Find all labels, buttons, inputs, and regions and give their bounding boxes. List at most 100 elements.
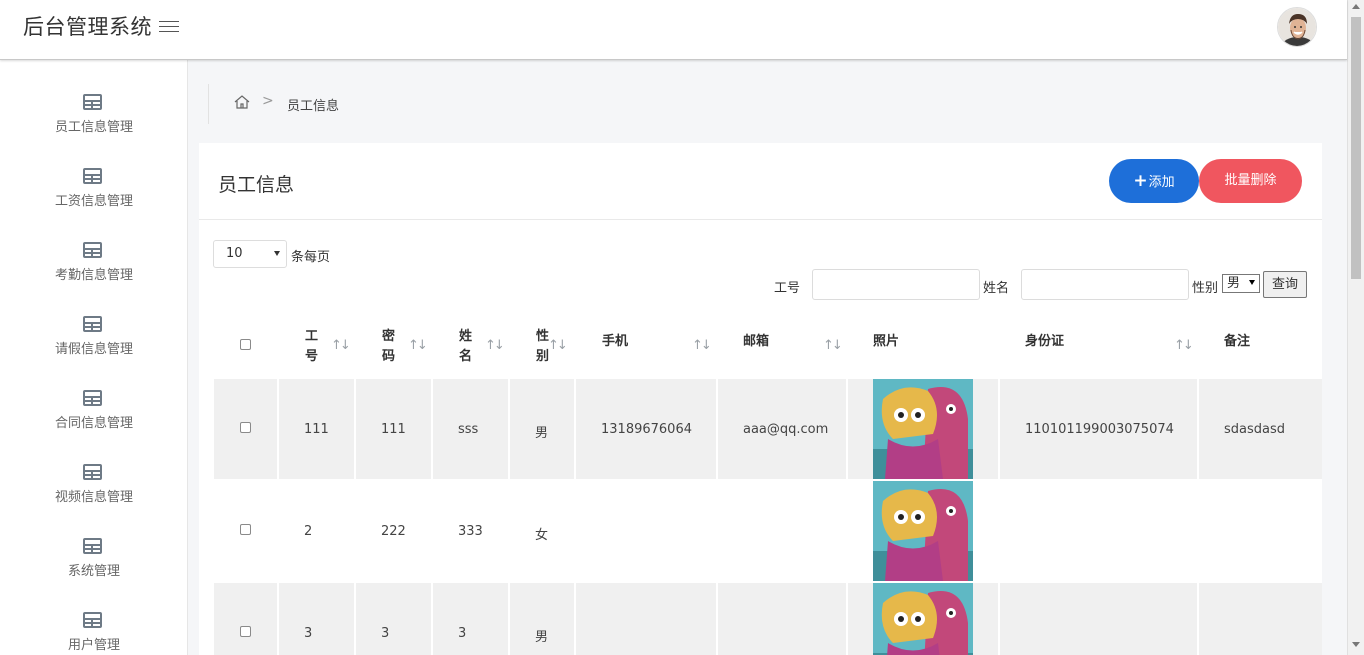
sort-icon[interactable]: ↑↓ [331,338,351,353]
gender-select[interactable]: 男 [1222,274,1260,293]
sort-icon[interactable]: ↑↓ [485,338,505,353]
table-icon [83,612,102,628]
cell-gender: 男 [535,426,549,441]
cell-password: 111 [381,422,406,437]
sidebar-item-label: 用户管理 [67,638,120,653]
cell-email: aaa@qq.com [743,422,829,437]
page-title: 员工信息 [218,174,295,196]
breadcrumb: > 员工信息 [208,84,1308,124]
sidebar-item-label: 请假信息管理 [54,342,133,357]
add-button[interactable]: +添加 [1109,159,1199,203]
cell-password: 222 [381,524,406,539]
employee-photo [873,379,973,479]
filter-gender-label: 性别 [1192,281,1219,296]
table-row[interactable]: 3 3 3 男 [214,583,1322,655]
sidebar-item-leave[interactable]: 请假信息管理 [0,316,188,390]
page-size-value: 10 [226,246,243,261]
table-icon [83,538,102,554]
vertical-scrollbar[interactable] [1347,0,1364,655]
sidebar-item-users[interactable]: 用户管理 [0,612,188,655]
page-size-select[interactable]: 10 [213,240,287,268]
column-header-gender[interactable]: 性别 ↑↓ [509,313,575,379]
scroll-thumb[interactable] [1351,17,1361,279]
cell-gender: 女 [535,528,549,543]
app-title: 后台管理系统 [23,15,152,39]
content-panel: 员工信息 +添加 批量删除 10 条每页 工号 姓名 性别 男 查询 工号 ↑↓… [199,143,1322,655]
row-checkbox[interactable] [240,524,251,535]
sidebar-item-contract[interactable]: 合同信息管理 [0,390,188,464]
cell-name: 3 [458,626,467,641]
sidebar-item-attendance[interactable]: 考勤信息管理 [0,242,188,316]
batch-delete-button[interactable]: 批量删除 [1199,159,1302,203]
breadcrumb-separator: > [262,93,274,109]
sort-icon[interactable]: ↑↓ [692,338,712,353]
table-icon [83,94,102,110]
column-header-photo: 照片 [873,334,900,349]
cell-remark: sdasdasd [1224,422,1286,437]
select-all-checkbox[interactable] [240,339,251,350]
scroll-up-icon[interactable] [1352,4,1360,9]
cell-id-card: 110101199003075074 [1025,422,1174,437]
chevron-down-icon [274,251,280,256]
employee-photo [873,583,973,655]
sort-icon[interactable]: ↑↓ [408,338,428,353]
sidebar-item-label: 视频信息管理 [54,490,133,505]
sidebar-item-label: 员工信息管理 [54,120,133,135]
cell-id: 3 [304,626,313,641]
table-icon [83,464,102,480]
user-avatar[interactable] [1277,7,1317,47]
column-header-password[interactable]: 密码 ↑↓ [355,313,432,379]
sidebar-item-video[interactable]: 视频信息管理 [0,464,188,538]
table-icon [83,242,102,258]
sidebar-item-label: 合同信息管理 [54,416,133,431]
filter-name-label: 姓名 [983,281,1010,296]
cell-password: 3 [381,626,390,641]
table-row[interactable]: 111 111 sss 男 13189676064 aaa@qq.com 110… [214,379,1322,479]
cell-name: sss [458,422,479,437]
add-button-label: 添加 [1148,175,1175,190]
filter-name-input[interactable] [1021,269,1189,300]
sort-icon[interactable]: ↑↓ [1174,338,1194,353]
sidebar-item-system[interactable]: 系统管理 [0,538,188,612]
row-checkbox[interactable] [240,626,251,637]
row-checkbox[interactable] [240,422,251,433]
cell-gender: 男 [535,630,549,645]
cell-id: 2 [304,524,313,539]
cell-name: 333 [458,524,483,539]
column-header-name[interactable]: 姓名 ↑↓ [432,313,509,379]
scroll-down-icon[interactable] [1352,642,1360,647]
column-header-id-card[interactable]: 身份证 ↑↓ [999,313,1198,379]
home-icon[interactable] [234,94,250,110]
table-header: 工号 ↑↓ 密码 ↑↓ 姓名 ↑↓ 性别 ↑↓ 手机 ↑↓ 邮箱 ↑↓ 照片 身… [214,313,1322,379]
top-header: 后台管理系统 [0,0,1347,60]
table-icon [83,316,102,332]
gender-select-value: 男 [1227,276,1241,291]
sidebar-item-label: 工资信息管理 [54,194,133,209]
table-icon [83,390,102,406]
sort-icon[interactable]: ↑↓ [548,338,568,353]
hamburger-icon[interactable] [159,17,179,35]
sidebar-item-employee[interactable]: 员工信息管理 [0,94,188,168]
chevron-down-icon [1249,280,1255,285]
breadcrumb-current: 员工信息 [287,99,340,114]
panel-header: 员工信息 +添加 批量删除 [199,143,1322,220]
sidebar-item-salary[interactable]: 工资信息管理 [0,168,188,242]
plus-icon: + [1133,171,1148,191]
query-button[interactable]: 查询 [1263,271,1307,298]
column-header-remark: 备注 [1224,334,1251,349]
column-header-email[interactable]: 邮箱 ↑↓ [717,313,847,379]
table-icon [83,168,102,184]
column-header-phone[interactable]: 手机 ↑↓ [575,313,717,379]
sidebar-item-label: 考勤信息管理 [54,268,133,283]
cell-phone: 13189676064 [601,422,692,437]
cell-id: 111 [304,422,329,437]
column-header-id[interactable]: 工号 ↑↓ [278,313,355,379]
filter-id-label: 工号 [774,281,801,296]
table-row[interactable]: 2 222 333 女 [214,481,1322,581]
filter-id-input[interactable] [812,269,980,300]
sidebar-item-label: 系统管理 [67,564,120,579]
sidebar: 员工信息管理 工资信息管理 考勤信息管理 请假信息管理 合同信息管理 视频信息管… [0,60,188,655]
sort-icon[interactable]: ↑↓ [823,338,843,353]
page-size-label: 条每页 [291,250,331,265]
employee-photo [873,481,973,581]
